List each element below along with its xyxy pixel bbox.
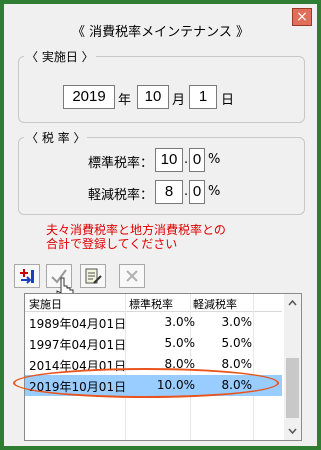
standard-rate-dec-input[interactable]: 0 (189, 148, 205, 172)
year-input[interactable]: 2019 (63, 85, 115, 109)
day-input[interactable]: 1 (189, 85, 217, 109)
scroll-up-icon[interactable] (284, 296, 301, 310)
reduced-rate-int-input[interactable]: 8 (155, 180, 183, 204)
instruction-note: 夫々消費税率と地方消費税率との 合計で登録してください (46, 223, 306, 251)
rate-group-label: 〈 税 率 〉 (24, 129, 88, 146)
note-line-2: 合計で登録してください (46, 237, 178, 251)
column-header-date: 実施日 (29, 298, 62, 311)
standard-rate-unit: % (208, 152, 221, 167)
window-title: 《 消費税率メインテナンス 》 (71, 25, 249, 40)
month-unit-label: 月 (172, 93, 186, 108)
reduced-rate-dec-input[interactable]: 0 (189, 180, 205, 204)
row-standard-rate: 5.0% (164, 336, 196, 350)
highlight-ellipse (13, 368, 279, 398)
row-reduced-rate: 5.0% (221, 336, 253, 350)
tax-rate-table[interactable]: 実施日 標準税率 軽減税率 1989年04月01日 3.0% 3.0% 1997… (24, 293, 302, 441)
window-frame: 《 消費税率メインテナンス 》 × 〈 実施日 〉 2019 年 10 月 1 … (0, 0, 321, 450)
table-row[interactable]: 1989年04月01日 3.0% 3.0% (25, 312, 282, 333)
standard-rate-dot: . (184, 152, 189, 167)
scroll-down-icon[interactable] (284, 424, 301, 438)
month-input[interactable]: 10 (137, 85, 169, 109)
delete-icon (126, 270, 138, 282)
column-header-reduced: 軽減税率 (193, 298, 237, 311)
row-date: 1997年04月01日 (29, 338, 127, 352)
row-date: 1989年04月01日 (29, 317, 127, 331)
standard-rate-int-input[interactable]: 10 (155, 148, 183, 172)
close-button[interactable]: × (292, 8, 312, 26)
add-row-icon (20, 269, 34, 284)
standard-rate-label: 標準税率： (88, 156, 154, 171)
reduced-rate-dot: . (184, 184, 189, 199)
dialog-window: 《 消費税率メインテナンス 》 × 〈 実施日 〉 2019 年 10 月 1 … (4, 4, 317, 446)
row-reduced-rate: 3.0% (221, 315, 253, 329)
edit-icon (85, 268, 102, 284)
table-row[interactable]: 1997年04月01日 5.0% 5.0% (25, 333, 282, 354)
year-unit-label: 年 (118, 93, 132, 108)
reduced-rate-label: 軽減税率： (88, 188, 154, 203)
date-group-label: 〈 実施日 〉 (24, 48, 96, 65)
vertical-scrollbar[interactable] (284, 294, 301, 440)
row-reduced-rate: 8.0% (221, 357, 253, 371)
table-header: 実施日 標準税率 軽減税率 (25, 294, 282, 312)
delete-button[interactable] (119, 264, 145, 288)
column-header-standard: 標準税率 (129, 298, 173, 311)
reduced-rate-unit: % (208, 184, 221, 199)
edit-button[interactable] (80, 264, 106, 288)
note-line-1: 夫々消費税率と地方消費税率との (46, 223, 226, 237)
scrollbar-thumb[interactable] (286, 358, 299, 418)
row-standard-rate: 3.0% (164, 315, 196, 329)
add-row-button[interactable] (14, 264, 40, 288)
day-unit-label: 日 (221, 93, 235, 108)
